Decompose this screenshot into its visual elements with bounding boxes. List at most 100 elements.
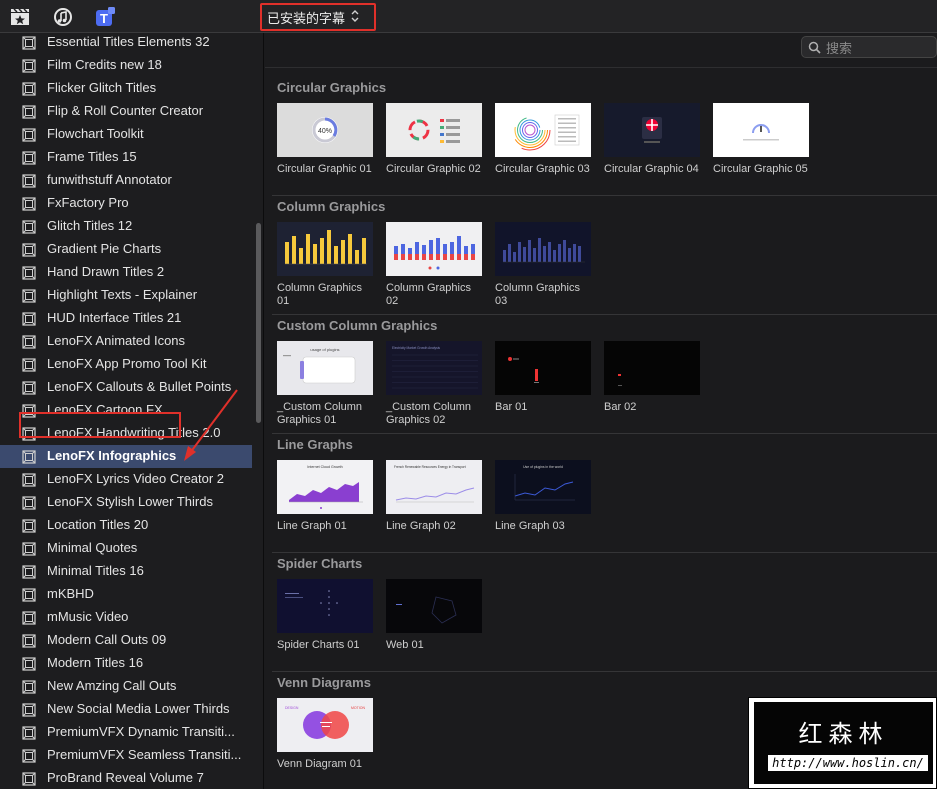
template-thumbnail[interactable] bbox=[277, 579, 373, 633]
divider bbox=[265, 67, 937, 68]
clapperboard-star-icon[interactable] bbox=[10, 7, 30, 27]
sidebar-item[interactable]: Flowchart Toolkit bbox=[0, 123, 252, 146]
template-thumbnail[interactable]: French Renewable Resources Energy in Tra… bbox=[386, 460, 482, 514]
music-notes-icon[interactable] bbox=[53, 7, 73, 27]
title-template-icon bbox=[22, 634, 36, 648]
sidebar-item[interactable]: funwithstuff Annotator bbox=[0, 169, 252, 192]
sidebar-item[interactable]: Modern Call Outs 09 bbox=[0, 629, 252, 652]
sidebar-item[interactable]: Gradient Pie Charts bbox=[0, 238, 252, 261]
watermark-url: http://www.hoslin.cn/ bbox=[768, 755, 928, 771]
sidebar-item[interactable]: Film Credits new 18 bbox=[0, 54, 252, 77]
sidebar-item[interactable]: mMusic Video bbox=[0, 606, 252, 629]
sidebar-item[interactable]: LenoFX Animated Icons bbox=[0, 330, 252, 353]
template-thumbnail[interactable] bbox=[604, 103, 700, 157]
installed-titles-dropdown[interactable]: 已安装的字幕 bbox=[260, 3, 376, 31]
sidebar-item-label: Film Credits new 18 bbox=[47, 57, 162, 72]
title-template-icon bbox=[22, 82, 36, 96]
sidebar-item[interactable]: PremiumVFX Seamless Transiti... bbox=[0, 744, 252, 767]
sidebar-item-label: PremiumVFX Seamless Transiti... bbox=[47, 747, 242, 762]
section-title: Venn Diagrams bbox=[277, 675, 371, 690]
sidebar-item-label: FxFactory Pro bbox=[47, 195, 129, 210]
template-label[interactable]: Column Graphics 02 bbox=[386, 282, 486, 308]
template-thumbnail[interactable]: 40% bbox=[277, 103, 373, 157]
template-label[interactable]: Column Graphics 03 bbox=[495, 282, 595, 308]
sidebar-scrollbar[interactable] bbox=[256, 223, 261, 423]
template-thumbnail[interactable] bbox=[713, 103, 809, 157]
title-template-icon bbox=[22, 381, 36, 395]
sidebar-item[interactable]: Minimal Quotes bbox=[0, 537, 252, 560]
title-template-icon bbox=[22, 703, 36, 717]
template-thumbnail[interactable] bbox=[604, 341, 700, 395]
title-template-icon bbox=[22, 542, 36, 556]
template-label[interactable]: _Custom Column Graphics 02 bbox=[386, 401, 486, 427]
sidebar-item[interactable]: Glitch Titles 12 bbox=[0, 215, 252, 238]
sidebar-item[interactable]: LenoFX Stylish Lower Thirds bbox=[0, 491, 252, 514]
sidebar-item-label: New Social Media Lower Thirds bbox=[47, 701, 230, 716]
template-thumbnail[interactable]: usage of plugins bbox=[277, 341, 373, 395]
sidebar-item[interactable]: New Amzing Call Outs bbox=[0, 675, 252, 698]
watermark-title: 红森林 bbox=[798, 720, 889, 748]
template-thumbnail[interactable] bbox=[495, 222, 591, 276]
title-template-icon bbox=[22, 220, 36, 234]
template-thumbnail[interactable]: Electricity Market Growth Analysis bbox=[386, 341, 482, 395]
template-thumbnail[interactable]: Use of plugins in the world bbox=[495, 460, 591, 514]
sidebar-item[interactable]: Highlight Texts - Explainer bbox=[0, 284, 252, 307]
sidebar-item[interactable]: FxFactory Pro bbox=[0, 192, 252, 215]
title-template-icon bbox=[22, 680, 36, 694]
titles-generators-icon[interactable]: T bbox=[95, 7, 115, 27]
title-template-icon bbox=[22, 427, 36, 441]
template-label[interactable]: Spider Charts 01 bbox=[277, 639, 377, 652]
search-field[interactable]: 搜索 bbox=[801, 36, 937, 58]
sidebar-item[interactable]: LenoFX App Promo Tool Kit bbox=[0, 353, 252, 376]
template-thumbnail[interactable] bbox=[277, 222, 373, 276]
title-template-icon bbox=[22, 473, 36, 487]
sidebar-item[interactable]: mKBHD bbox=[0, 583, 252, 606]
sidebar-item[interactable]: HUD Interface Titles 21 bbox=[0, 307, 252, 330]
sidebar-item-label: Highlight Texts - Explainer bbox=[47, 287, 198, 302]
sidebar-item-label: ProBrand Reveal Volume 7 bbox=[47, 770, 204, 785]
template-thumbnail[interactable] bbox=[386, 222, 482, 276]
template-label[interactable]: Line Graph 01 bbox=[277, 520, 377, 533]
sidebar-item[interactable]: New Social Media Lower Thirds bbox=[0, 698, 252, 721]
template-label[interactable]: _Custom Column Graphics 01 bbox=[277, 401, 377, 427]
template-label[interactable]: Circular Graphic 04 bbox=[604, 163, 704, 176]
sidebar-item-label: Essential Titles Elements 32 bbox=[47, 34, 210, 49]
sidebar-item[interactable]: Frame Titles 15 bbox=[0, 146, 252, 169]
template-label[interactable]: Circular Graphic 03 bbox=[495, 163, 595, 176]
sidebar-item[interactable]: Flicker Glitch Titles bbox=[0, 77, 252, 100]
title-template-icon bbox=[22, 105, 36, 119]
template-label[interactable]: Venn Diagram 01 bbox=[277, 758, 377, 771]
title-template-icon bbox=[22, 266, 36, 280]
sidebar-item[interactable]: Essential Titles Elements 32 bbox=[0, 33, 252, 54]
template-thumbnail[interactable]: DESIGN MOTION bbox=[277, 698, 373, 752]
template-thumbnail[interactable] bbox=[495, 103, 591, 157]
template-thumbnail[interactable] bbox=[386, 103, 482, 157]
svg-text:MOTION: MOTION bbox=[351, 706, 365, 710]
sidebar-item-label: PremiumVFX Dynamic Transiti... bbox=[47, 724, 235, 739]
sidebar-item[interactable]: LenoFX Lyrics Video Creator 2 bbox=[0, 468, 252, 491]
section-title: Circular Graphics bbox=[277, 80, 387, 95]
template-label[interactable]: Circular Graphic 01 bbox=[277, 163, 377, 176]
template-thumbnail[interactable]: Internet Cloud Growth bbox=[277, 460, 373, 514]
sidebar-item[interactable]: Hand Drawn Titles 2 bbox=[0, 261, 252, 284]
template-label[interactable]: Line Graph 02 bbox=[386, 520, 486, 533]
sidebar-item[interactable]: Minimal Titles 16 bbox=[0, 560, 252, 583]
template-thumbnail[interactable] bbox=[495, 341, 591, 395]
sidebar-item-label: Gradient Pie Charts bbox=[47, 241, 162, 256]
template-label[interactable]: Line Graph 03 bbox=[495, 520, 595, 533]
sidebar-item-label: HUD Interface Titles 21 bbox=[47, 310, 182, 325]
sidebar-item[interactable]: Modern Titles 16 bbox=[0, 652, 252, 675]
template-label[interactable]: Column Graphics 01 bbox=[277, 282, 377, 308]
template-label[interactable]: Bar 02 bbox=[604, 401, 704, 414]
sidebar-item[interactable]: ProBrand Reveal Volume 7 bbox=[0, 767, 252, 789]
sidebar-item[interactable]: Location Titles 20 bbox=[0, 514, 252, 537]
template-label[interactable]: Web 01 bbox=[386, 639, 486, 652]
template-label[interactable]: Circular Graphic 05 bbox=[713, 163, 813, 176]
sidebar-item[interactable]: PremiumVFX Dynamic Transiti... bbox=[0, 721, 252, 744]
template-label[interactable]: Bar 01 bbox=[495, 401, 595, 414]
sidebar-item-label: Modern Call Outs 09 bbox=[47, 632, 167, 647]
template-thumbnail[interactable] bbox=[386, 579, 482, 633]
sidebar-item[interactable]: Flip & Roll Counter Creator bbox=[0, 100, 252, 123]
sidebar-item-label: Glitch Titles 12 bbox=[47, 218, 133, 233]
template-label[interactable]: Circular Graphic 02 bbox=[386, 163, 486, 176]
